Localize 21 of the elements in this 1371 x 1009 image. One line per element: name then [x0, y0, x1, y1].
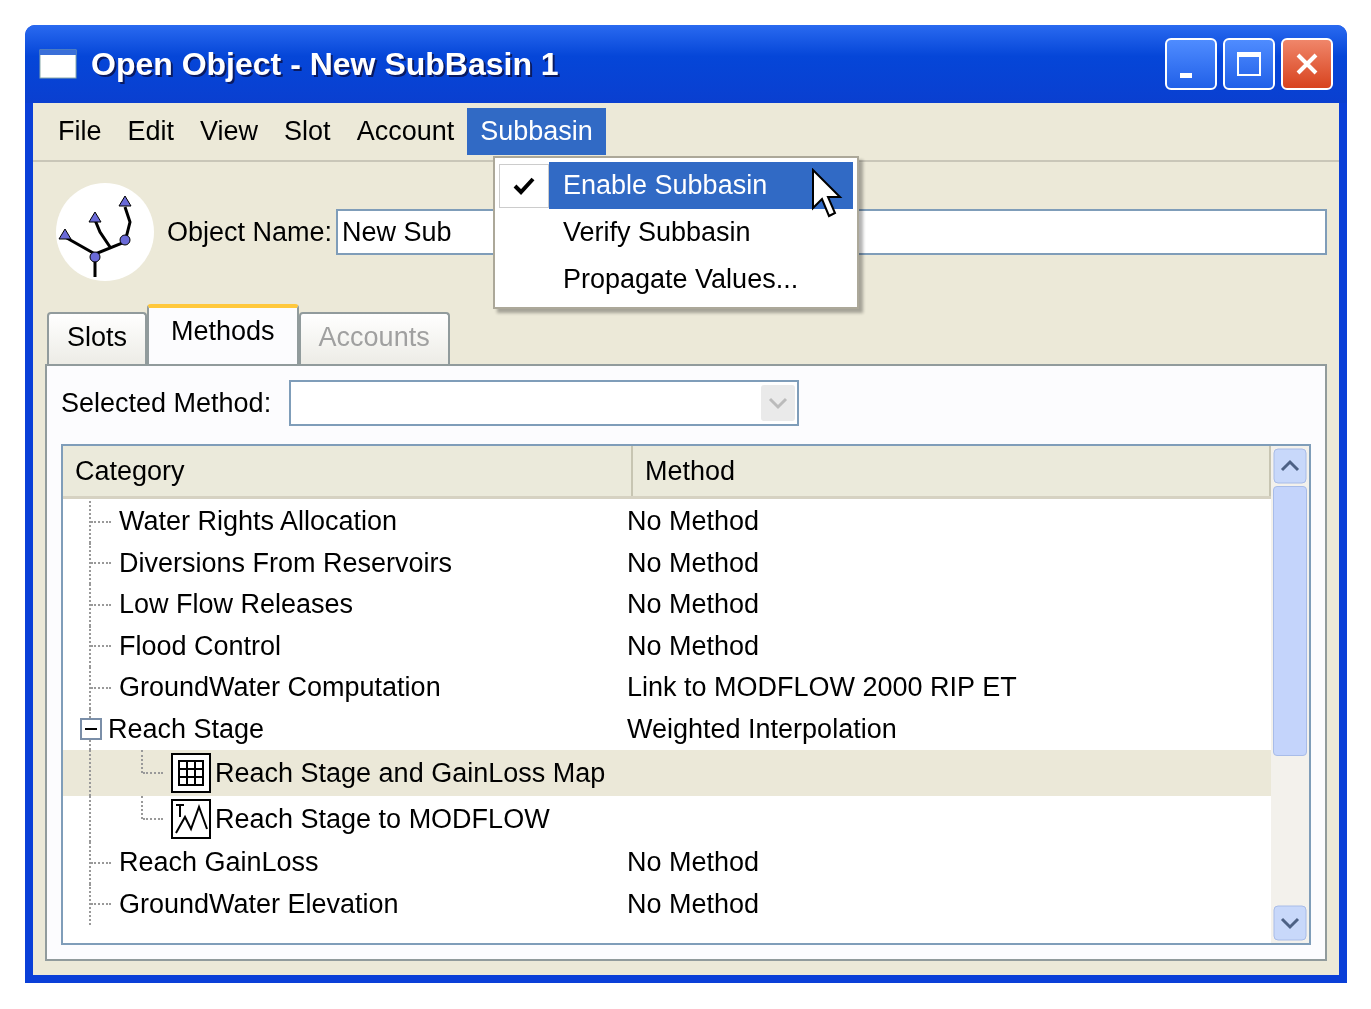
category-label: Reach Stage — [108, 713, 265, 745]
category-label: Low Flow Releases — [119, 589, 354, 621]
method-label: Reach Stage to MODFLOW — [215, 803, 550, 835]
selected-method-label: Selected Method: — [61, 387, 272, 419]
method-label: No Method — [626, 506, 760, 538]
method-label: No Method — [626, 547, 760, 579]
object-name-label: Object Name: — [167, 216, 333, 248]
category-label: GroundWater Elevation — [119, 888, 399, 920]
method-label: No Method — [626, 847, 760, 879]
category-label: Flood Control — [119, 630, 282, 662]
window-title: Open Object - New SubBasin 1 — [91, 45, 559, 83]
category-label: Water Rights Allocation — [119, 506, 398, 538]
method-label: No Method — [626, 589, 760, 621]
method-label: No Method — [626, 630, 760, 662]
category-label: Diversions From Reservoirs — [119, 547, 453, 579]
method-label: Link to MODFLOW 2000 RIP ET — [626, 672, 1017, 704]
method-label: No Method — [626, 888, 760, 920]
method-label: Reach Stage and GainLoss Map — [215, 757, 606, 789]
category-label: Reach GainLoss — [119, 847, 319, 879]
method-label: Weighted Interpolation — [626, 713, 897, 745]
category-label: GroundWater Computation — [119, 672, 441, 704]
